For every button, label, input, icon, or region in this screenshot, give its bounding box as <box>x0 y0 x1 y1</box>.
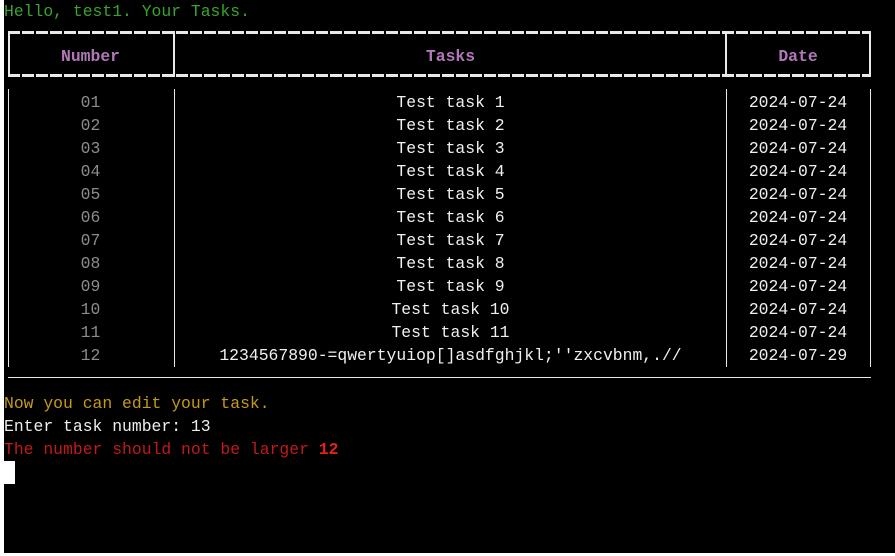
error-message: The number should not be larger 12 <box>4 438 338 461</box>
text-cursor <box>4 461 15 484</box>
task-date-cell: 2024-07-24 <box>748 277 848 296</box>
task-number-value: 13 <box>190 417 211 436</box>
task-date-cell: 2024-07-24 <box>748 231 848 250</box>
edit-prompt: Now you can edit your task. <box>4 394 270 413</box>
task-number-cell: 02 <box>80 116 101 135</box>
task-number-cell: 04 <box>80 162 101 181</box>
task-name-cell: Test task 2 <box>396 116 505 135</box>
task-name-cell: Test task 11 <box>391 323 510 342</box>
body-divider-2 <box>726 89 727 367</box>
task-number-cell: 11 <box>80 323 101 342</box>
task-name-cell: Test task 8 <box>396 254 505 273</box>
task-name-cell: Test task 7 <box>396 231 505 250</box>
task-name-cell: Test task 10 <box>391 300 510 319</box>
header-date: Date <box>778 47 818 66</box>
task-date-cell: 2024-07-24 <box>748 93 848 112</box>
task-date-cell: 2024-07-24 <box>748 300 848 319</box>
task-number-cell: 07 <box>80 231 101 250</box>
task-name-cell: Test task 5 <box>396 185 505 204</box>
task-number-cell: 10 <box>80 300 101 319</box>
task-number-cell: 08 <box>80 254 101 273</box>
header-number: Number <box>60 47 121 66</box>
task-date-cell: 2024-07-24 <box>748 116 848 135</box>
header-divider-1 <box>173 31 175 77</box>
task-date-cell: 2024-07-24 <box>748 162 848 181</box>
task-number-cell: 01 <box>80 93 101 112</box>
body-divider-1 <box>174 89 175 367</box>
table-top-border <box>8 31 871 34</box>
terminal-window[interactable]: Hello, test1. Your Tasks. Number Tasks D… <box>4 0 895 553</box>
task-number-cell: 05 <box>80 185 101 204</box>
task-date-cell: 2024-07-24 <box>748 208 848 227</box>
task-number-cell: 03 <box>80 139 101 158</box>
header-right-border <box>869 31 871 77</box>
task-date-cell: 2024-07-24 <box>748 323 848 342</box>
task-number-label: Enter task number: <box>4 417 191 436</box>
task-number-input-line[interactable]: Enter task number: 13 <box>4 415 211 438</box>
task-name-cell: Test task 6 <box>396 208 505 227</box>
task-number-cell: 09 <box>80 277 101 296</box>
body-right-border <box>870 89 871 367</box>
task-date-cell: 2024-07-24 <box>748 139 848 158</box>
task-name-cell: Test task 1 <box>396 93 505 112</box>
error-text: The number should not be larger <box>4 440 319 459</box>
task-name-cell: Test task 3 <box>396 139 505 158</box>
task-date-cell: 2024-07-24 <box>748 254 848 273</box>
task-name-cell: Test task 9 <box>396 277 505 296</box>
error-max-value: 12 <box>318 440 339 459</box>
task-name-cell: 1234567890-=qwertyuiop[]asdfghjkl;''zxcv… <box>219 346 682 365</box>
header-tasks: Tasks <box>425 47 476 66</box>
header-bottom-border <box>8 74 871 77</box>
greeting-text: Hello, test1. Your Tasks. <box>4 2 250 21</box>
task-number-cell: 06 <box>80 208 101 227</box>
header-divider-2 <box>725 31 727 77</box>
task-date-cell: 2024-07-24 <box>748 185 848 204</box>
tasks-table: Number Tasks Date 01 Test task 1 2024-07-2… <box>8 31 871 378</box>
task-name-cell: Test task 4 <box>396 162 505 181</box>
task-date-cell: 2024-07-29 <box>748 346 848 365</box>
table-bottom-border <box>8 377 871 378</box>
task-number-cell: 12 <box>80 346 101 365</box>
screenshot: Hello, test1. Your Tasks. Number Tasks D… <box>0 0 895 556</box>
